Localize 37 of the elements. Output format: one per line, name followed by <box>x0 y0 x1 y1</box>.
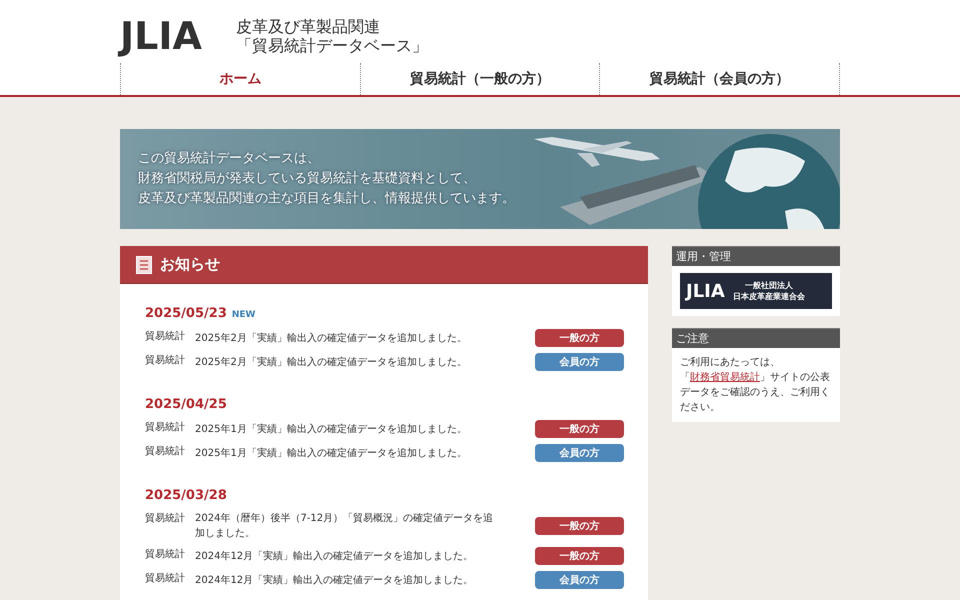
logo[interactable]: JLIA <box>120 13 224 59</box>
news-category: 貿易統計 <box>145 354 186 368</box>
news-category: 貿易統計 <box>145 420 186 435</box>
news-title: お知らせ <box>160 255 220 274</box>
section-title: ご注意 <box>672 328 840 348</box>
document-icon <box>136 256 152 274</box>
news-category: 貿易統計 <box>145 572 186 586</box>
section-title: 運用・管理 <box>672 246 840 266</box>
nav-tab[interactable]: 貿易統計（会員の方） <box>599 63 840 95</box>
nav-tab[interactable]: 貿易統計（一般の方） <box>360 63 600 95</box>
nav-tab[interactable]: ホーム <box>120 63 360 95</box>
notice-link[interactable]: 財務省貿易統計 <box>690 372 760 383</box>
news-category: 貿易統計 <box>145 330 186 344</box>
news-category: 貿易統計 <box>145 512 186 526</box>
site-title: 皮革及び革製品関連 「貿易統計データベース」 <box>236 17 428 55</box>
audience-button[interactable]: 会員の方 <box>535 444 624 462</box>
audience-button[interactable]: 一般の方 <box>535 329 624 347</box>
audience-button[interactable]: 一般の方 <box>535 517 624 535</box>
banner-text: この貿易統計データベースは、 財務省関税局が発表している貿易統計を基礎資料として、 皮革及び革製品関連の主な項目を集計し、情報提供しています。 <box>138 150 515 208</box>
news-category: 貿易統計 <box>145 548 186 562</box>
news-text: 2025年1月「実績」輸出入の確定値データを追加しました。 <box>195 446 468 460</box>
news-date: 2025/04/25 <box>145 397 227 412</box>
audience-button[interactable]: 一般の方 <box>535 420 624 438</box>
news-text: 2025年2月「実績」輸出入の確定値データを追加しました。 <box>195 356 468 370</box>
news-text: 2025年2月「実績」輸出入の確定値データを追加しました。 <box>195 332 468 346</box>
new-label: NEW <box>232 310 256 320</box>
news-category: 貿易統計 <box>145 444 186 459</box>
news-text: 2024年12月「実績」輸出入の確定値データを追加しました。 <box>195 574 474 588</box>
news-date: 2025/05/23 <box>145 306 227 321</box>
audience-button[interactable]: 会員の方 <box>535 571 624 589</box>
news-text: 2025年1月「実績」輸出入の確定値データを追加しました。 <box>195 422 468 436</box>
news-date: 2025/03/28 <box>145 488 227 503</box>
news-text: 2024年（暦年）後半（7-12月）「貿易概況」の確定値データを追加しました。 <box>195 512 494 541</box>
audience-button[interactable]: 会員の方 <box>535 353 624 371</box>
news-text: 2024年12月「実績」輸出入の確定値データを追加しました。 <box>195 550 474 564</box>
audience-button[interactable]: 一般の方 <box>535 547 624 565</box>
notice-text: ご利用にあたっては、「財務省貿易統計」サイトの公表データをご確認のうえ、ご利用ください。 <box>680 356 831 415</box>
